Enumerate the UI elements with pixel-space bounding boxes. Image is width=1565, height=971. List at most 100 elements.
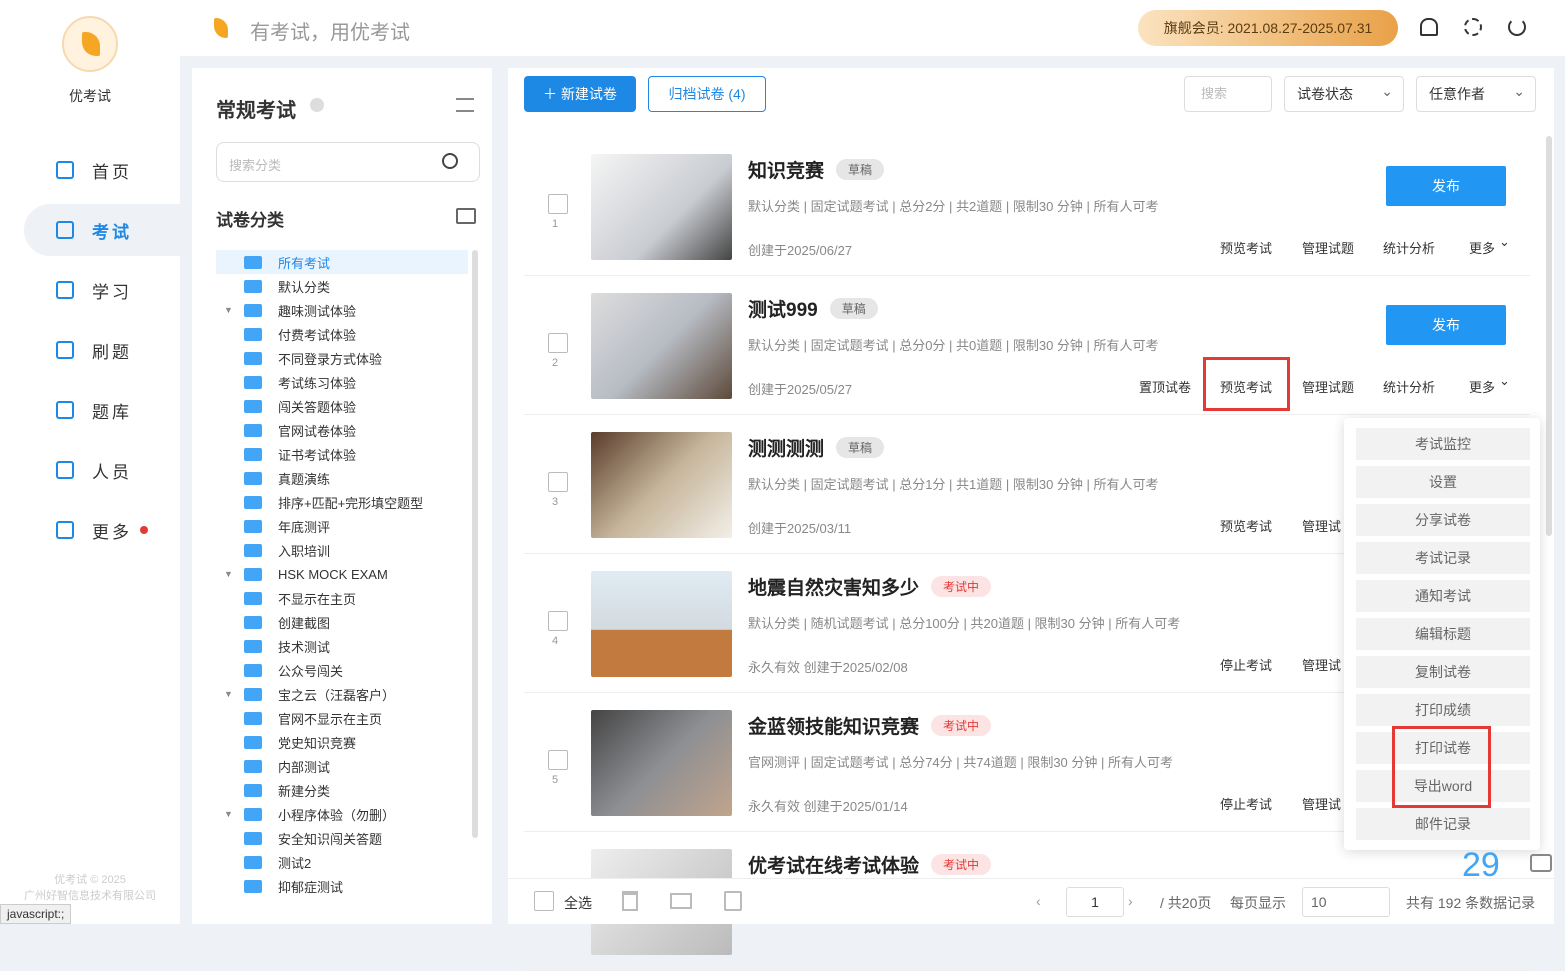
category-item[interactable]: 入职培训 — [216, 538, 468, 562]
publish-button[interactable]: 发布 — [1386, 166, 1506, 206]
exam-title[interactable]: 地震自然灾害知多少 考试中 — [748, 573, 992, 600]
nav-item-2[interactable]: 学习 — [24, 264, 180, 316]
exam-action-link[interactable]: 管理试 — [1302, 794, 1341, 813]
archive-icon[interactable] — [724, 891, 742, 911]
brand-logo[interactable] — [62, 16, 118, 72]
select-all-label[interactable]: 全选 — [564, 893, 592, 913]
exam-action-link[interactable]: 管理试 — [1302, 516, 1341, 535]
exam-thumbnail[interactable] — [591, 710, 732, 816]
exam-search-input[interactable]: 搜索 — [1184, 76, 1272, 112]
category-item[interactable]: 考试练习体验 — [216, 370, 468, 394]
nav-item-1[interactable]: 考试 — [24, 204, 180, 256]
per-page-select[interactable]: 10 — [1302, 887, 1390, 917]
search-icon[interactable] — [442, 153, 458, 169]
category-item[interactable]: 不同登录方式体验 — [216, 346, 468, 370]
exam-action-link[interactable]: 停止考试 — [1220, 655, 1272, 674]
gear-icon[interactable] — [1464, 18, 1482, 36]
exam-action-link[interactable]: 更多 — [1469, 377, 1495, 396]
dropdown-item[interactable]: 邮件记录 — [1356, 808, 1530, 840]
exam-checkbox[interactable] — [548, 750, 568, 770]
dropdown-item[interactable]: 考试监控 — [1356, 428, 1530, 460]
next-page-icon[interactable]: › — [1128, 893, 1133, 909]
category-item[interactable]: 年底测评 — [216, 514, 468, 538]
new-exam-button[interactable]: ＋ 新建试卷 — [524, 76, 636, 112]
category-item[interactable]: 公众号闯关 — [216, 658, 468, 682]
prev-page-icon[interactable]: ‹ — [1036, 893, 1041, 909]
page-input[interactable]: 1 — [1066, 887, 1124, 917]
category-item[interactable]: ▼ 宝之云（汪磊客户） — [216, 682, 468, 706]
exam-checkbox[interactable] — [548, 333, 568, 353]
dropdown-item[interactable]: 复制试卷 — [1356, 656, 1530, 688]
category-item[interactable]: 付费考试体验 — [216, 322, 468, 346]
exam-action-link[interactable]: 置顶试卷 — [1139, 377, 1191, 396]
category-search-input[interactable]: 搜索分类 — [216, 142, 480, 182]
exam-action-link[interactable]: 预览考试 — [1220, 238, 1272, 257]
category-item[interactable]: 不显示在主页 — [216, 586, 468, 610]
category-item[interactable]: 官网试卷体验 — [216, 418, 468, 442]
exam-thumbnail[interactable] — [591, 293, 732, 399]
category-item[interactable]: 证书考试体验 — [216, 442, 468, 466]
category-item[interactable]: 真题演练 — [216, 466, 468, 490]
exam-thumbnail[interactable] — [591, 432, 732, 538]
nav-item-3[interactable]: 刷题 — [24, 324, 180, 376]
dropdown-item[interactable]: 通知考试 — [1356, 580, 1530, 612]
category-item[interactable]: 技术测试 — [216, 634, 468, 658]
exam-thumbnail[interactable] — [591, 154, 732, 260]
exam-action-link[interactable]: 管理试题 — [1302, 377, 1354, 396]
category-item[interactable]: 排序+匹配+完形填空题型 — [216, 490, 468, 514]
expand-icon[interactable]: ▼ — [224, 689, 233, 699]
nav-item-5[interactable]: 人员 — [24, 444, 180, 496]
dropdown-item[interactable]: 编辑标题 — [1356, 618, 1530, 650]
nav-item-4[interactable]: 题库 — [24, 384, 180, 436]
exam-action-link[interactable]: 停止考试 — [1220, 794, 1272, 813]
publish-button[interactable]: 发布 — [1386, 305, 1506, 345]
exam-action-link[interactable]: 统计分析 — [1383, 238, 1435, 257]
category-item[interactable]: ▼ HSK MOCK EXAM — [216, 562, 468, 586]
menu-icon[interactable] — [456, 98, 474, 112]
category-item[interactable]: 抑郁症测试 — [216, 874, 468, 898]
archived-exams-button[interactable]: 归档试卷 (4) — [648, 76, 766, 112]
dropdown-item[interactable]: 分享试卷 — [1356, 504, 1530, 536]
category-item[interactable]: 内部测试 — [216, 754, 468, 778]
expand-icon[interactable]: ▼ — [224, 569, 233, 579]
category-item[interactable]: 测试2 — [216, 850, 468, 874]
exam-title[interactable]: 测试999 草稿 — [748, 295, 878, 322]
category-item[interactable]: 安全知识闯关答题 — [216, 826, 468, 850]
exam-thumbnail[interactable] — [591, 571, 732, 677]
expand-icon[interactable]: ▼ — [224, 809, 233, 819]
delete-icon[interactable] — [622, 891, 638, 911]
category-item[interactable]: ▼ 趣味测试体验 — [216, 298, 468, 322]
move-folder-icon[interactable] — [670, 893, 692, 909]
category-item[interactable]: ▼ 小程序体验（勿删） — [216, 802, 468, 826]
status-select[interactable]: 试卷状态 — [1284, 74, 1404, 112]
exam-checkbox[interactable] — [548, 611, 568, 631]
exam-title[interactable]: 知识竞赛 草稿 — [748, 156, 885, 183]
category-item[interactable]: 默认分类 — [216, 274, 468, 298]
list-scrollbar[interactable] — [1546, 136, 1552, 536]
exam-checkbox[interactable] — [548, 472, 568, 492]
category-item[interactable]: 创建截图 — [216, 610, 468, 634]
help-icon[interactable] — [310, 98, 324, 112]
category-item[interactable]: 所有考试 — [216, 250, 468, 274]
dropdown-item[interactable]: 考试记录 — [1356, 542, 1530, 574]
exam-title[interactable]: 优考试在线考试体验 考试中 — [748, 851, 992, 878]
category-item[interactable]: 闯关答题体验 — [216, 394, 468, 418]
category-item[interactable]: 新建分类 — [216, 778, 468, 802]
author-select[interactable]: 任意作者 — [1416, 74, 1536, 112]
exam-action-link[interactable]: 预览考试 — [1220, 516, 1272, 535]
exam-title[interactable]: 测测测测 草稿 — [748, 434, 885, 461]
bell-icon[interactable] — [1420, 18, 1438, 36]
exam-action-link[interactable]: 管理试题 — [1302, 238, 1354, 257]
chat-icon[interactable] — [1530, 854, 1552, 872]
nav-item-6[interactable]: 更多 — [24, 504, 180, 556]
exam-checkbox[interactable] — [548, 194, 568, 214]
nav-item-0[interactable]: 首页 — [24, 144, 180, 196]
exam-action-link[interactable]: 更多 — [1469, 238, 1495, 257]
dropdown-item[interactable]: 设置 — [1356, 466, 1530, 498]
category-scrollbar[interactable] — [472, 250, 478, 838]
power-icon[interactable] — [1508, 18, 1526, 36]
category-item[interactable]: 官网不显示在主页 — [216, 706, 468, 730]
exam-action-link[interactable]: 统计分析 — [1383, 377, 1435, 396]
membership-badge[interactable]: 旗舰会员: 2021.08.27-2025.07.31 — [1138, 10, 1398, 46]
category-item[interactable]: 党史知识竞赛 — [216, 730, 468, 754]
